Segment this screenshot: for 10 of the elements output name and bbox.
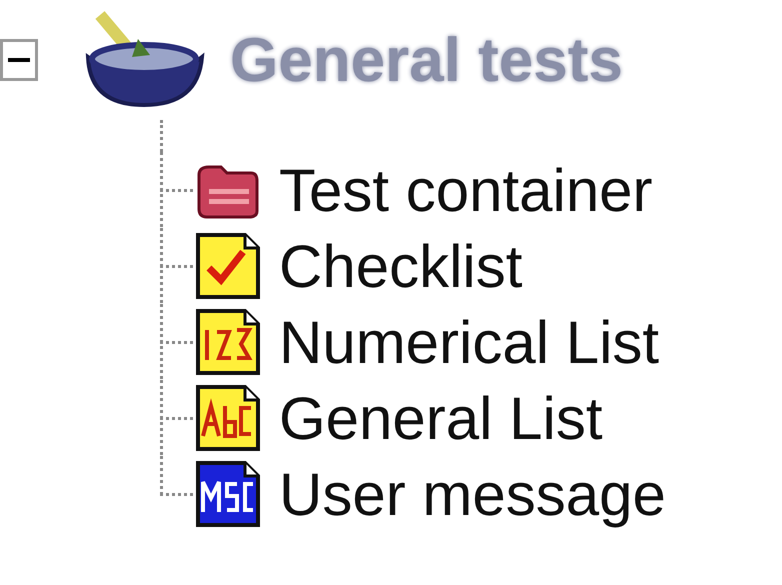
tree-item[interactable]: Numerical List xyxy=(279,308,660,376)
tree-item[interactable]: Test container xyxy=(279,156,653,224)
checklist-icon xyxy=(195,232,261,300)
tree-item[interactable]: Checklist xyxy=(279,232,522,300)
tree-item[interactable]: User message xyxy=(279,460,666,528)
document-icon xyxy=(195,384,261,452)
document-icon xyxy=(195,460,261,528)
tree-item[interactable]: General List xyxy=(279,384,602,452)
collapse-toggle[interactable] xyxy=(0,39,38,81)
document-icon xyxy=(195,308,261,376)
